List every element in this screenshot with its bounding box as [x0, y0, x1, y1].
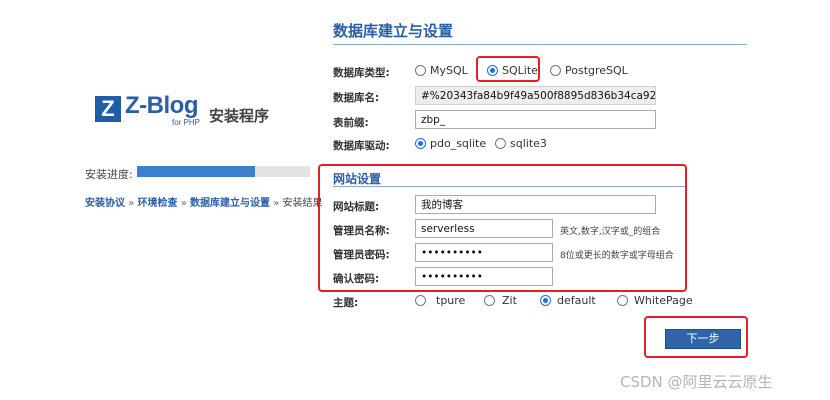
breadcrumb-separator: » [273, 198, 280, 209]
progress-bar [137, 166, 310, 177]
theme-option-tpure[interactable]: tpure [415, 294, 465, 307]
db-driver-label: 数据库驱动: [333, 140, 390, 152]
section-divider [333, 44, 747, 45]
logo-name-text: Z-Blog [125, 92, 198, 119]
option-label: sqlite3 [510, 137, 547, 150]
breadcrumb-step-license[interactable]: 安装协议 [85, 198, 125, 209]
option-label: tpure [436, 294, 466, 307]
driver-option-sqlite3[interactable]: sqlite3 [495, 137, 547, 150]
db-section-title: 数据库建立与设置 [333, 22, 454, 40]
option-label: PostgreSQL [565, 64, 628, 77]
logo-subtitle: for PHP [172, 118, 201, 127]
table-prefix-input[interactable]: zbp_ [415, 110, 656, 129]
db-type-option-postgresql[interactable]: PostgreSQL [550, 64, 628, 77]
theme-label: 主题: [333, 297, 359, 309]
db-type-option-mysql[interactable]: MySQL [415, 64, 468, 77]
theme-option-default[interactable]: default [540, 294, 596, 307]
radio-icon[interactable] [495, 138, 506, 149]
breadcrumb-step-result: 安装结果 [282, 198, 323, 209]
option-label: pdo_sqlite [430, 137, 487, 150]
theme-option-zit[interactable]: Zit [484, 294, 517, 307]
radio-icon[interactable] [550, 65, 561, 76]
radio-selected-icon[interactable] [540, 295, 551, 306]
db-name-field[interactable]: #%20343fa84b9f49a500f8895d836b34ca92.db [415, 86, 656, 105]
next-button-highlight-box [644, 316, 748, 358]
site-settings-highlight-box [318, 164, 687, 292]
option-label: default [557, 294, 596, 307]
radio-selected-icon[interactable] [415, 138, 426, 149]
radio-icon[interactable] [415, 65, 426, 76]
option-label: Zit [502, 294, 517, 307]
sqlite-highlight-box [476, 56, 540, 82]
option-label: WhitePage [634, 294, 693, 307]
csdn-watermark: CSDN @阿里云云原生 [620, 373, 773, 391]
progress-bar-fill [137, 166, 255, 177]
logo-name: Z-Blog [125, 92, 198, 120]
breadcrumb-step-database[interactable]: 数据库建立与设置 [190, 198, 270, 209]
breadcrumb-separator: » [128, 198, 135, 209]
breadcrumb: 安装协议 » 环境检查 » 数据库建立与设置 » 安装结果 [85, 194, 323, 209]
breadcrumb-step-env-check[interactable]: 环境检查 [138, 198, 178, 209]
option-label: MySQL [430, 64, 468, 77]
theme-option-whitepage[interactable]: WhitePage [617, 294, 693, 307]
db-name-label: 数据库名: [333, 92, 380, 104]
z-blog-logo-icon: Z [95, 96, 121, 122]
install-title: 安装程序 [209, 107, 270, 125]
progress-label: 安装进度: [85, 168, 133, 181]
radio-icon[interactable] [415, 295, 426, 306]
table-prefix-label: 表前缀: [333, 117, 369, 129]
radio-icon[interactable] [617, 295, 628, 306]
breadcrumb-separator: » [180, 198, 187, 209]
db-type-label: 数据库类型: [333, 67, 390, 79]
driver-option-pdo-sqlite[interactable]: pdo_sqlite [415, 137, 486, 150]
radio-icon[interactable] [484, 295, 495, 306]
